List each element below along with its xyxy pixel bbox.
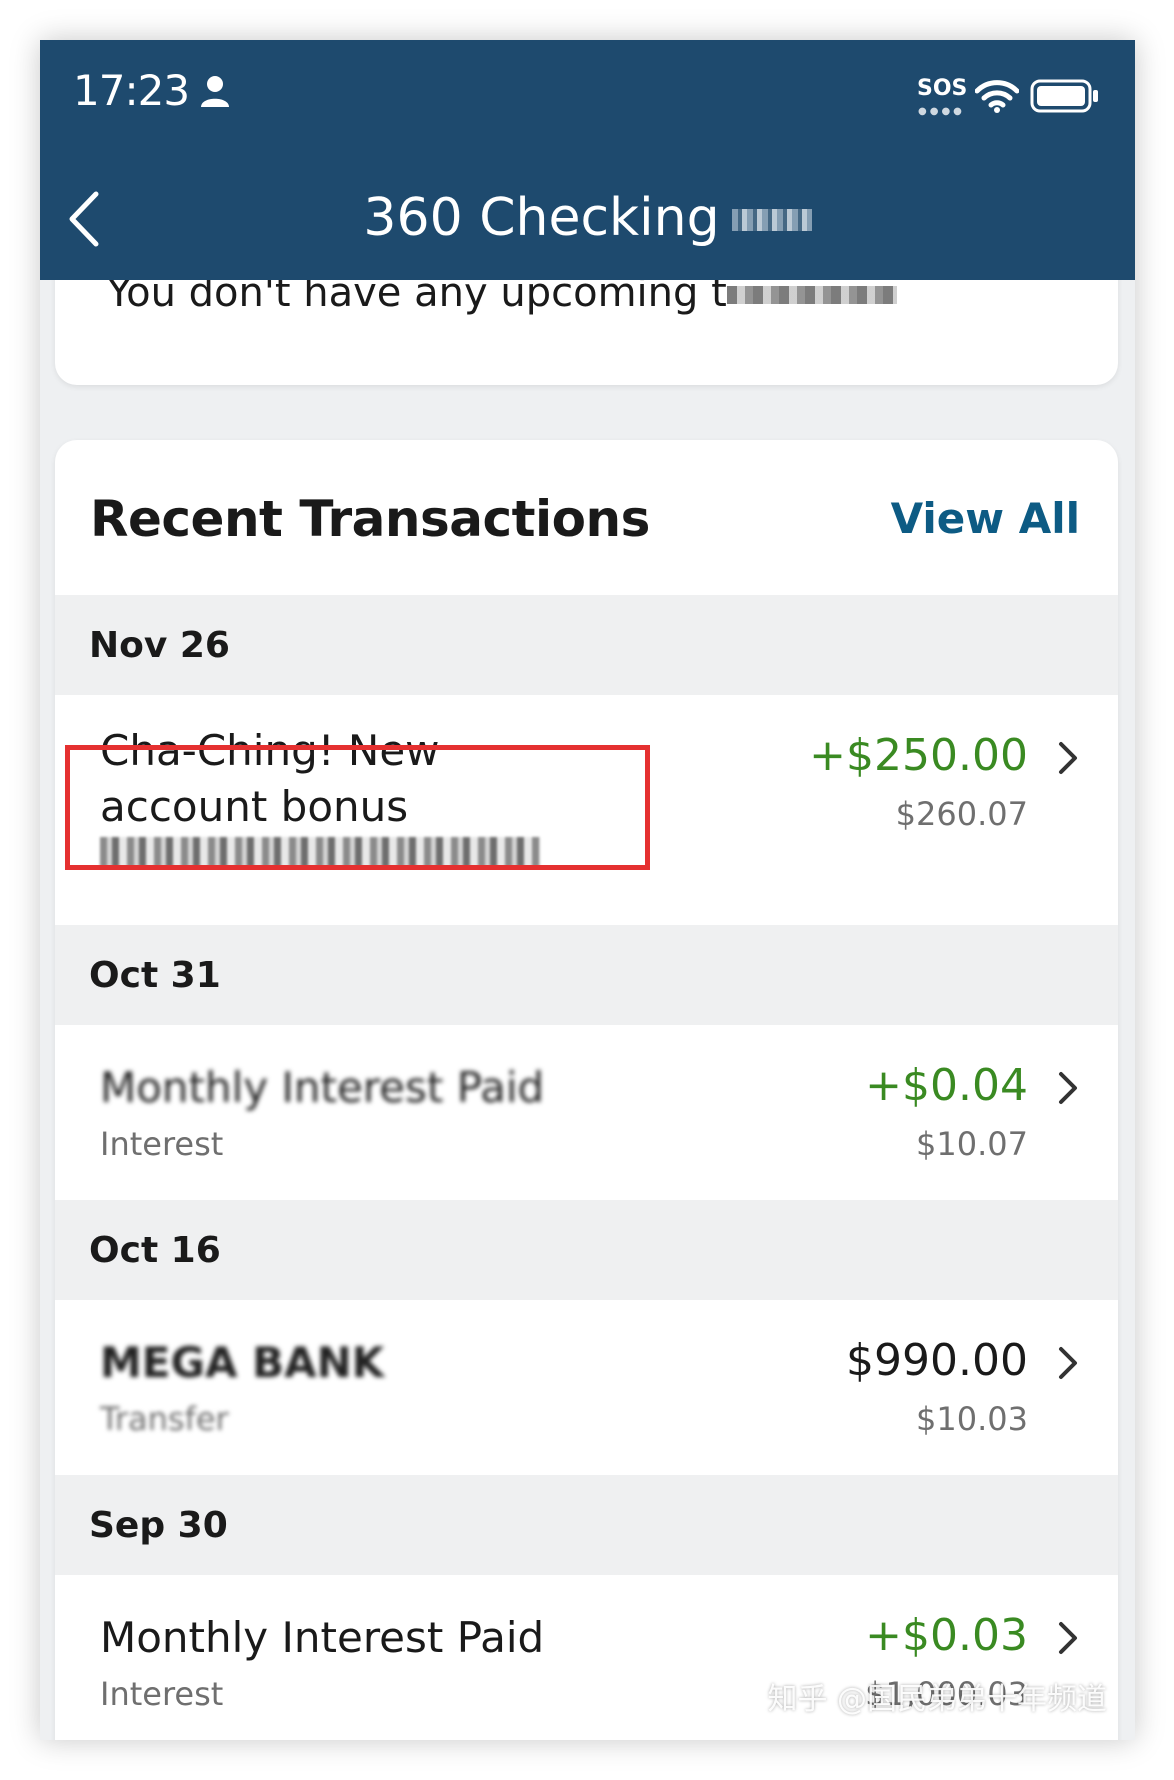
- transaction-subtitle: Transfer: [100, 1400, 229, 1438]
- chevron-right-icon: [1059, 742, 1077, 774]
- redacted-text: [726, 286, 897, 304]
- sos-indicator: SOS: [917, 76, 968, 101]
- running-balance: $10.07: [916, 1125, 1028, 1163]
- page-title: 360 Checking: [363, 188, 720, 248]
- transaction-row[interactable]: MEGA BANK Transfer $990.00 $10.03: [55, 1300, 1118, 1475]
- running-balance: $10.03: [916, 1400, 1028, 1438]
- section-title: Recent Transactions: [90, 490, 650, 548]
- recent-transactions-card: Recent Transactions View All Nov 26 Cha-…: [55, 440, 1118, 1740]
- battery-icon: [1030, 79, 1098, 113]
- date-header: Sep 30: [55, 1475, 1118, 1575]
- transaction-amount: +$0.04: [865, 1060, 1028, 1111]
- signal-dots: ●●●●: [918, 106, 965, 117]
- transaction-row[interactable]: Cha-Ching! New account bonus +$250.00 $2…: [55, 695, 1118, 925]
- transaction-amount: $990.00: [846, 1335, 1028, 1386]
- transaction-row[interactable]: Monthly Interest Paid Interest +$0.04 $1…: [55, 1025, 1118, 1200]
- view-all-link[interactable]: View All: [891, 494, 1080, 543]
- date-header: Oct 31: [55, 925, 1118, 1025]
- wifi-icon: [975, 80, 1019, 113]
- transaction-subtitle: [100, 837, 540, 867]
- transaction-name: MEGA BANK: [100, 1338, 385, 1387]
- transaction-subtitle: Interest: [100, 1125, 224, 1163]
- date-header: Oct 16: [55, 1200, 1118, 1300]
- person-icon: [201, 76, 229, 107]
- page-title-wrap: 360 Checking: [40, 188, 1135, 248]
- chevron-right-icon: [1059, 1622, 1077, 1654]
- transaction-name: Monthly Interest Paid: [100, 1613, 545, 1662]
- transaction-name: Monthly Interest Paid: [100, 1063, 545, 1112]
- status-time: 17:23: [73, 66, 190, 115]
- transaction-subtitle: Interest: [100, 1675, 224, 1713]
- watermark: 知乎 @国民弟弟十年频道: [767, 1682, 1107, 1717]
- running-balance: $260.07: [895, 795, 1028, 833]
- chevron-right-icon: [1059, 1347, 1077, 1379]
- date-header: Nov 26: [55, 595, 1118, 695]
- phone-screen: You don't have any upcoming t 17:23 SOS …: [40, 40, 1135, 1740]
- app-header: 17:23 SOS ●●●● 360 Checking: [40, 40, 1135, 280]
- transaction-amount: +$250.00: [809, 730, 1028, 781]
- redacted-account-number: [731, 209, 812, 231]
- transaction-amount: +$0.03: [865, 1610, 1028, 1661]
- transaction-name: Cha-Ching! New account bonus: [100, 726, 440, 831]
- chevron-right-icon: [1059, 1072, 1077, 1104]
